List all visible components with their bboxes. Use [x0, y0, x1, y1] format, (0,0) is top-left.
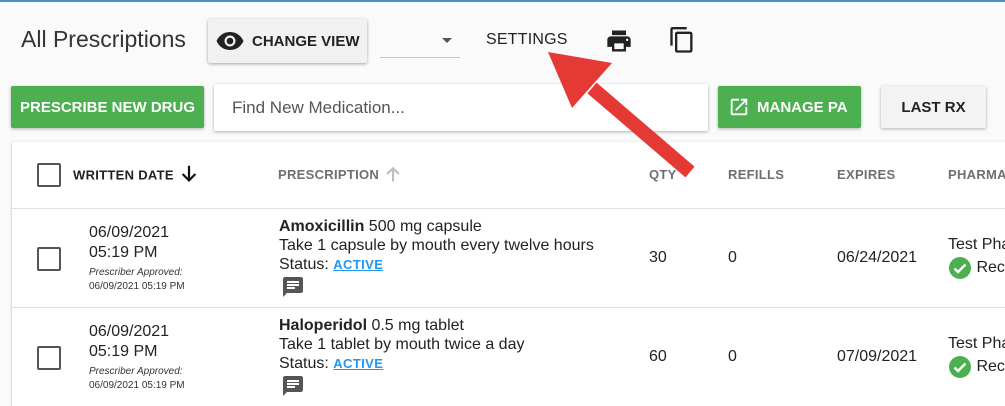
drug-sig: Take 1 tablet by mouth twice a day: [279, 336, 525, 353]
drug-name: Amoxicillin: [279, 218, 365, 235]
open-external-icon: [730, 98, 748, 116]
settings-button[interactable]: SETTINGS: [486, 31, 568, 49]
expires-value: 06/24/2021: [837, 249, 918, 266]
prescriber-approved-label: Prescriber Approved:: [89, 267, 183, 278]
pharmacy-cell: Test Pha Rec: [948, 333, 1005, 379]
date-text: 06/09/2021: [89, 323, 170, 340]
status-label: Status:: [279, 355, 334, 372]
table-row[interactable]: 06/09/2021 05:19 PM Prescriber Approved:…: [12, 308, 1005, 406]
status-link[interactable]: ACTIVE: [333, 257, 383, 272]
time-text: 05:19 PM: [89, 343, 158, 360]
drug-sig: Take 1 capsule by mouth every twelve hou…: [279, 237, 594, 254]
status-link[interactable]: ACTIVE: [333, 356, 383, 371]
pharmacy-name: Test Pha: [948, 335, 1005, 352]
prescription-details: Amoxicillin 500 mg capsule Take 1 capsul…: [279, 217, 594, 274]
manage-pa-label: MANAGE PA: [757, 98, 848, 116]
message-icon[interactable]: [280, 374, 306, 398]
page-title: All Prescriptions: [21, 26, 186, 52]
table-row[interactable]: 06/09/2021 05:19 PM Prescriber Approved:…: [12, 209, 1005, 308]
page-header: All Prescriptions CHANGE VIEW SETTINGS: [0, 2, 1005, 80]
toolbar: PRESCRIBE NEW DRUG MANAGE PA LAST RX: [0, 80, 1005, 136]
eye-icon: [216, 29, 246, 53]
time-text: 05:19 PM: [89, 244, 158, 261]
table-header: WRITTEN DATE PRESCRIPTION QTY REFILLS EX…: [12, 142, 1005, 209]
print-icon[interactable]: [605, 27, 633, 55]
prescription-details: Haloperidol 0.5 mg tablet Take 1 tablet …: [279, 316, 524, 373]
status-label: Status:: [279, 256, 334, 273]
check-circle-icon: [948, 256, 972, 280]
prescriber-approved-timestamp: 06/09/2021 05:19 PM: [89, 281, 185, 292]
column-header-pharmacy[interactable]: PHARMA: [948, 167, 1005, 182]
prescriber-approved-label: Prescriber Approved:: [89, 366, 183, 377]
arrow-up-icon: [386, 166, 400, 182]
column-header-prescription[interactable]: PRESCRIPTION: [278, 166, 403, 184]
change-view-button[interactable]: CHANGE VIEW: [208, 19, 367, 63]
qty-value: 60: [649, 348, 667, 365]
pharmacy-status: Rec: [976, 259, 1005, 277]
pharmacy-name: Test Pha: [948, 236, 1005, 253]
drug-strength: 500 mg capsule: [364, 218, 482, 235]
copy-icon[interactable]: [668, 25, 696, 57]
written-date-label: WRITTEN DATE: [73, 167, 174, 183]
column-header-written-date[interactable]: WRITTEN DATE: [73, 165, 200, 185]
row-checkbox[interactable]: [37, 247, 61, 271]
date-text: 06/09/2021: [89, 224, 170, 241]
drug-name: Haloperidol: [279, 317, 368, 334]
message-icon[interactable]: [280, 275, 306, 299]
column-header-expires[interactable]: EXPIRES: [837, 167, 895, 182]
column-header-refills[interactable]: REFILLS: [728, 167, 784, 182]
prescription-label: PRESCRIPTION: [278, 167, 380, 182]
written-date: 06/09/2021 05:19 PM: [89, 223, 169, 263]
drug-strength: 0.5 mg tablet: [367, 317, 464, 334]
manage-pa-button[interactable]: MANAGE PA: [718, 86, 861, 128]
row-checkbox[interactable]: [37, 346, 61, 370]
view-select[interactable]: [380, 24, 460, 58]
select-all-checkbox[interactable]: [37, 163, 61, 187]
pharmacy-status: Rec: [976, 358, 1005, 376]
refills-value: 0: [728, 249, 737, 266]
column-header-qty[interactable]: QTY: [649, 167, 677, 182]
expires-value: 07/09/2021: [837, 348, 918, 365]
last-rx-button[interactable]: LAST RX: [881, 86, 986, 128]
written-date: 06/09/2021 05:19 PM: [89, 322, 169, 362]
chevron-down-icon: [442, 38, 452, 43]
prescriber-approved-timestamp: 06/09/2021 05:19 PM: [89, 380, 185, 391]
search-input[interactable]: [214, 84, 708, 131]
check-circle-icon: [948, 355, 972, 379]
prescriptions-table: WRITTEN DATE PRESCRIPTION QTY REFILLS EX…: [12, 142, 1005, 406]
medication-search: [214, 84, 708, 131]
pharmacy-cell: Test Pha Rec: [948, 234, 1005, 280]
prescribe-new-drug-button[interactable]: PRESCRIBE NEW DRUG: [11, 86, 204, 128]
refills-value: 0: [728, 348, 737, 365]
qty-value: 30: [649, 249, 667, 266]
arrow-down-icon: [181, 165, 196, 182]
change-view-label: CHANGE VIEW: [252, 32, 360, 50]
